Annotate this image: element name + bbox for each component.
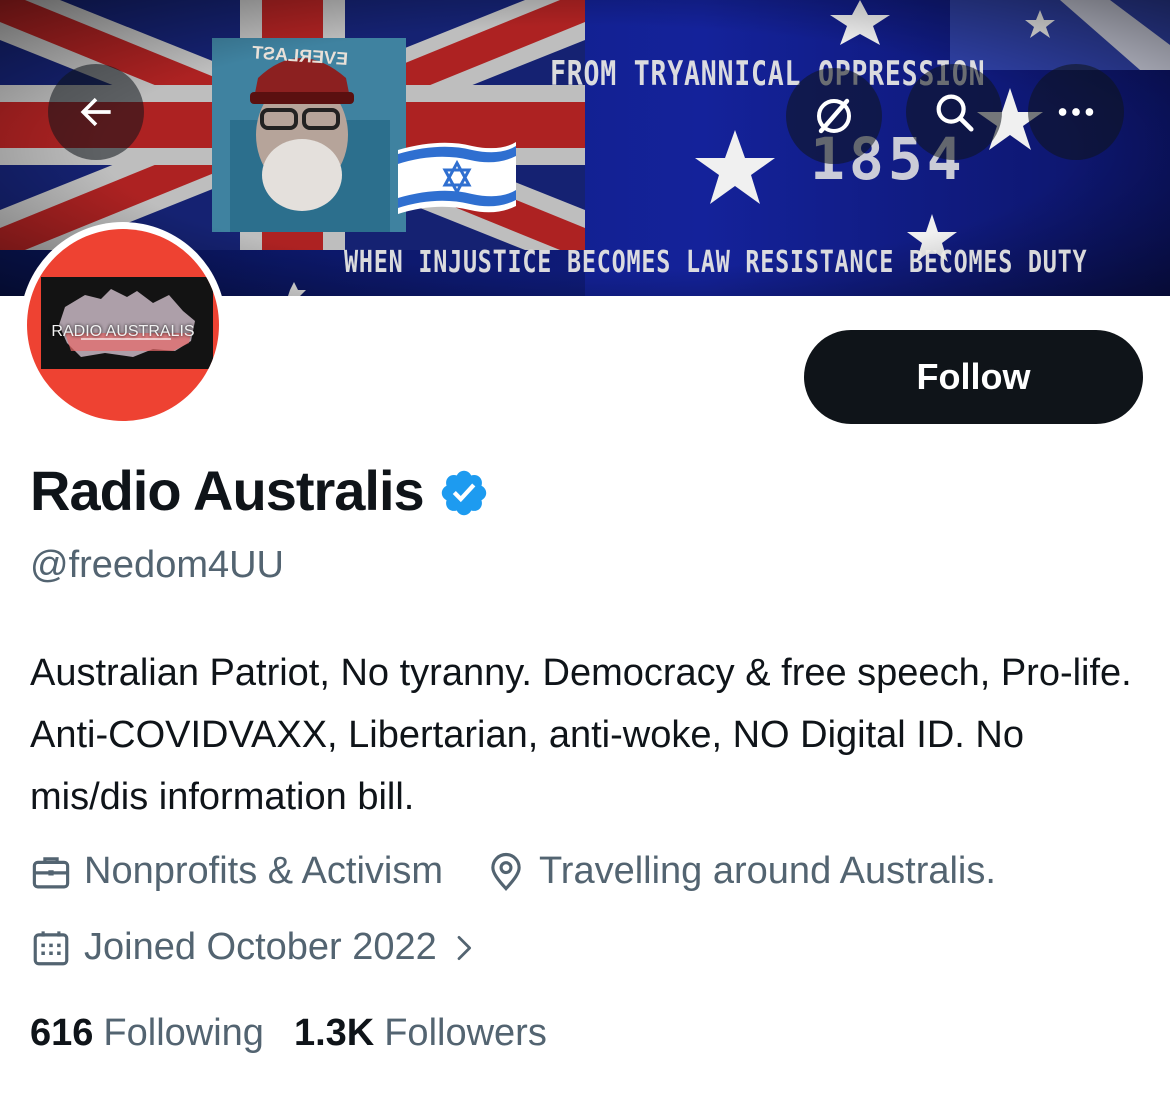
chevron-right-icon — [457, 935, 471, 960]
profile-name-row: Radio Australis — [30, 458, 490, 523]
search-button[interactable] — [906, 64, 1002, 160]
profile-handle: @freedom4UU — [30, 544, 284, 586]
profile-meta-row: Nonprofits & Activism Travelling around … — [30, 850, 996, 893]
location-pin-icon — [491, 852, 521, 891]
followers-count: 1.3K — [293, 1012, 375, 1054]
avatar-image: RADIO AUSTRALIS — [27, 229, 219, 421]
avatar[interactable]: RADIO AUSTRALIS — [20, 222, 226, 428]
profile-joined-row[interactable]: Joined October 2022 — [30, 926, 479, 969]
avatar-label: RADIO AUSTRALIS — [51, 323, 195, 340]
bell-slash-icon — [817, 98, 851, 134]
follow-button[interactable]: Follow — [804, 330, 1143, 424]
search-icon — [936, 94, 974, 132]
following-label: Following — [103, 1012, 264, 1054]
back-button[interactable] — [48, 64, 144, 160]
profile-joined[interactable]: Joined October 2022 — [30, 926, 479, 969]
joined-label: Joined October 2022 — [84, 926, 437, 968]
notifications-off-button[interactable] — [786, 68, 882, 164]
arrow-left-icon — [80, 97, 111, 127]
calendar-icon — [33, 930, 69, 965]
location-label: Travelling around Australis. — [539, 850, 996, 892]
profile-bio: Australian Patriot, No tyranny. Democrac… — [30, 652, 1132, 818]
followers-link[interactable]: 1.3K Followers — [294, 1012, 547, 1055]
more-horizontal-icon — [1058, 108, 1094, 116]
display-name: Radio Australis — [30, 459, 425, 522]
verified-badge-icon[interactable] — [438, 467, 490, 519]
following-count: 616 — [30, 1012, 94, 1054]
category-label: Nonprofits & Activism — [84, 850, 443, 892]
profile-stats: 616 Following 1.3K Followers — [30, 1012, 547, 1055]
profile-location: Travelling around Australis. — [485, 850, 996, 893]
banner-bottom-text: WHEN INJUSTICE BECOMES LAW RESISTANCE BE… — [344, 245, 1088, 280]
more-button[interactable] — [1028, 64, 1124, 160]
following-link[interactable]: 616 Following — [30, 1012, 264, 1055]
profile-category: Nonprofits & Activism — [30, 850, 443, 893]
briefcase-icon — [32, 856, 70, 888]
followers-label: Followers — [384, 1012, 547, 1054]
